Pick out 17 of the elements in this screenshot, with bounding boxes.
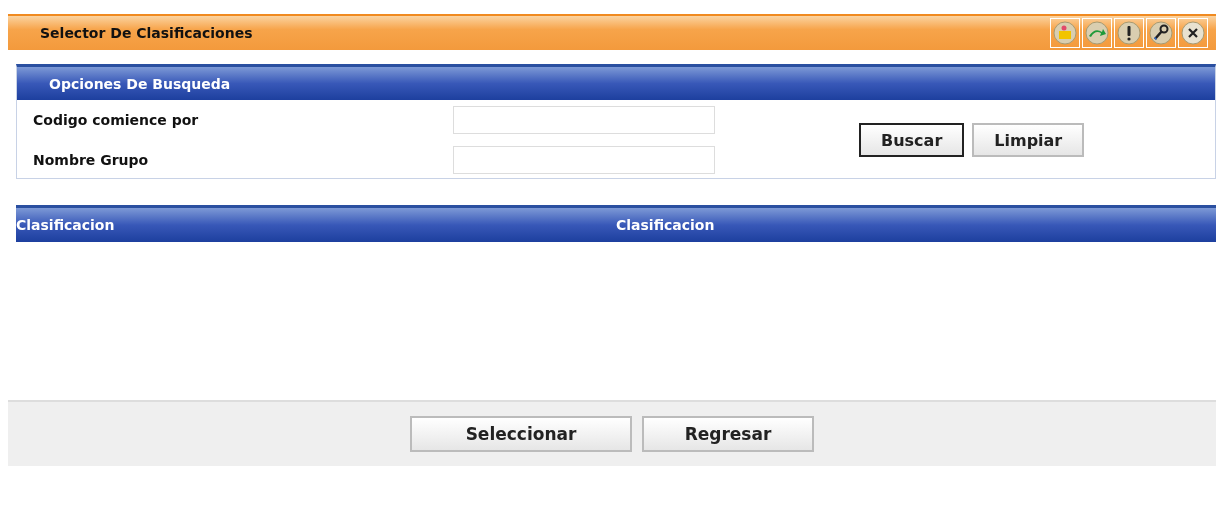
column-header: Clasificacion bbox=[616, 217, 716, 233]
field-label: Nombre Grupo bbox=[32, 152, 150, 168]
window-title: Selector De Clasificaciones bbox=[40, 25, 253, 41]
wrench-icon[interactable] bbox=[1146, 18, 1176, 48]
footer-button[interactable]: Regresar bbox=[642, 416, 814, 452]
field-label: Codigo comience por bbox=[32, 112, 200, 128]
arrow-icon[interactable] bbox=[1082, 18, 1112, 48]
warning-icon[interactable] bbox=[1114, 18, 1144, 48]
input-field[interactable] bbox=[453, 146, 715, 174]
footer-button[interactable]: Seleccionar bbox=[410, 416, 632, 452]
panel-title: Opciones De Busqueda bbox=[49, 75, 231, 92]
close-icon[interactable] bbox=[1178, 18, 1208, 48]
input-field[interactable] bbox=[453, 106, 715, 134]
user-icon[interactable] bbox=[1050, 18, 1080, 48]
column-header: Clasificacion bbox=[16, 217, 116, 233]
search-button[interactable]: Buscar bbox=[859, 123, 965, 157]
search-button[interactable]: Limpiar bbox=[972, 123, 1085, 157]
